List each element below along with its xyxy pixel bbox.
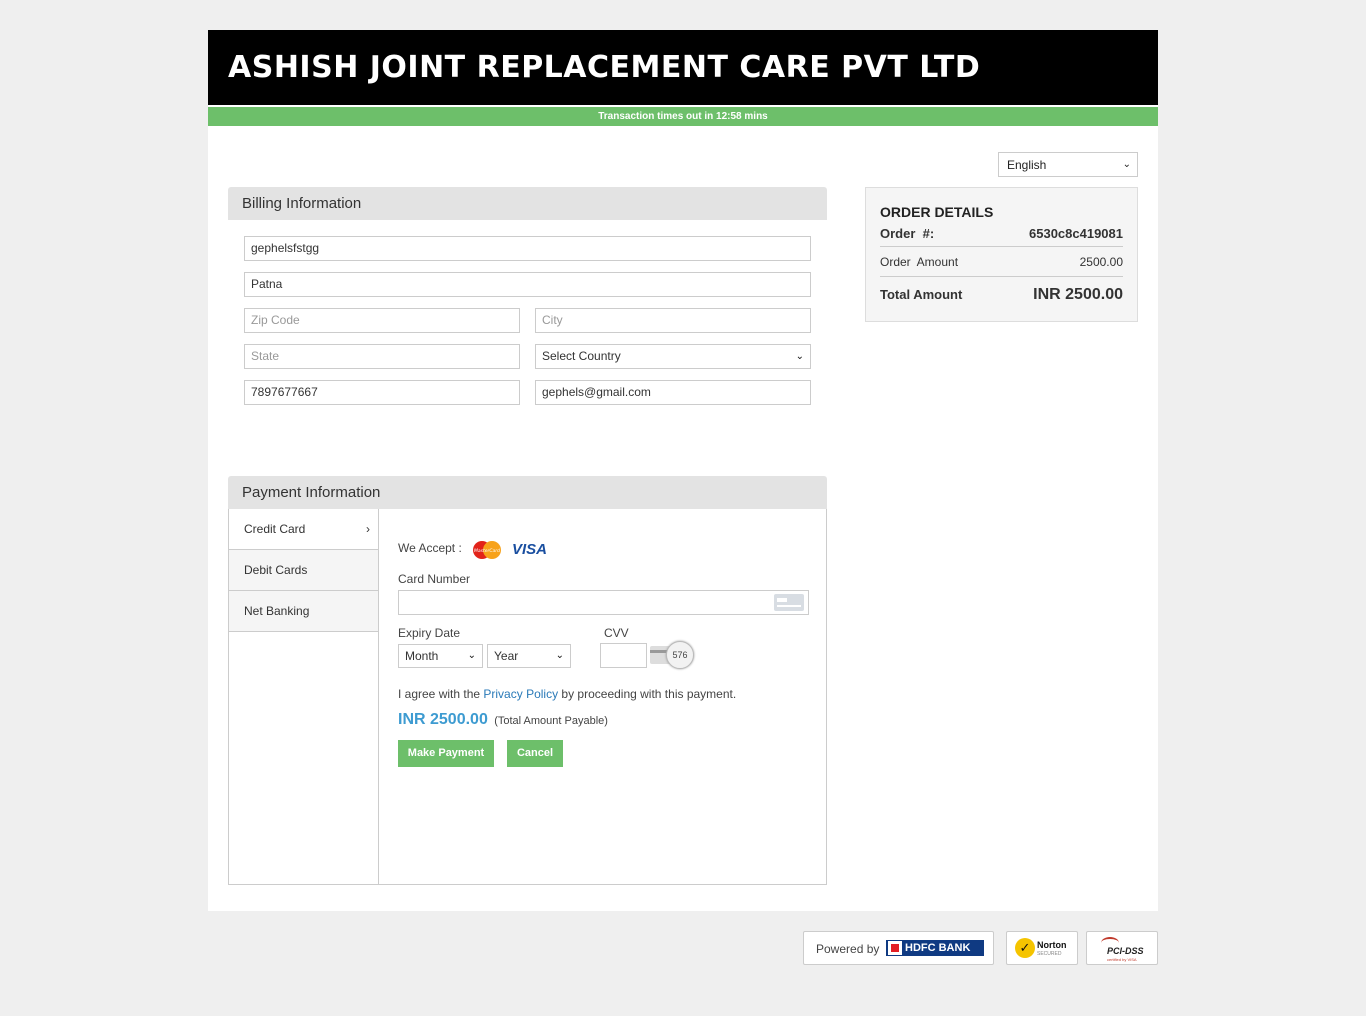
norton-check-icon: ✓ [1015, 938, 1035, 958]
expiry-month-select[interactable]: Month ⌄ [398, 644, 483, 668]
chevron-down-icon: ⌄ [1122, 159, 1131, 170]
total-amount: INR 2500.00 [1033, 285, 1123, 303]
state-field[interactable]: State [244, 344, 520, 369]
expiry-year-select[interactable]: Year ⌄ [487, 644, 571, 668]
payment-page: ASHISH JOINT REPLACEMENT CARE PVT LTD Tr… [208, 30, 1158, 911]
agreement-text: I agree with the Privacy Policy by proce… [398, 687, 737, 701]
pci-dss-badge: PCI-DSS certified by VISA [1086, 931, 1158, 965]
address-field[interactable]: Patna [244, 272, 811, 297]
order-amount: 2500.00 [1079, 254, 1123, 269]
cancel-button[interactable]: Cancel [507, 740, 563, 767]
card-icon [774, 594, 804, 611]
mastercard-icon: MasterCard [471, 540, 503, 560]
order-details-title: ORDER DETAILS [880, 204, 994, 220]
chevron-down-icon: ⌄ [795, 351, 804, 362]
cvv-hint-value: 576 [666, 641, 694, 669]
merchant-header: ASHISH JOINT REPLACEMENT CARE PVT LTD [208, 30, 1158, 105]
total-amount-row: Total Amount INR 2500.00 [880, 285, 1123, 303]
expiry-date-label: Expiry Date [398, 626, 461, 640]
language-select[interactable]: English ⌄ [998, 152, 1138, 177]
privacy-policy-link[interactable]: Privacy Policy [483, 687, 558, 701]
card-number-input[interactable] [398, 590, 809, 615]
norton-secured-badge: ✓ Norton SECURED [1006, 931, 1078, 965]
payment-section-header: Payment Information [228, 476, 827, 509]
visa-icon: VISA [512, 541, 548, 558]
hdfc-icon [888, 941, 902, 955]
order-number: 6530c8c419081 [1029, 225, 1123, 241]
we-accept-label: We Accept : [398, 541, 462, 555]
transaction-timer: Transaction times out in 12:58 mins [208, 107, 1158, 126]
powered-by-badge: Powered by HDFC BANK [803, 931, 994, 965]
zip-code-field[interactable]: Zip Code [244, 308, 520, 333]
hdfc-bank-logo: HDFC BANK [886, 940, 984, 956]
country-select[interactable]: Select Country ⌄ [535, 344, 811, 369]
cvv-label: CVV [604, 626, 629, 640]
payment-method-tabs: Credit Card › Debit Cards Net Banking [229, 509, 379, 884]
name-field[interactable]: gephelsfstgg [244, 236, 811, 261]
make-payment-button[interactable]: Make Payment [398, 740, 494, 767]
email-field[interactable]: gephels@gmail.com [535, 380, 811, 405]
tab-credit-card[interactable]: Credit Card › [229, 509, 378, 550]
city-field[interactable]: City [535, 308, 811, 333]
mastercard-text: MasterCard [474, 548, 500, 554]
order-amount-row: Order Amount 2500.00 [880, 247, 1123, 277]
billing-section-header: Billing Information [228, 187, 827, 220]
cvv-hint-icon: 576 [650, 641, 700, 669]
tab-net-banking[interactable]: Net Banking [229, 591, 378, 632]
chevron-down-icon: ⌄ [555, 650, 564, 661]
payment-panel: Credit Card › Debit Cards Net Banking We… [228, 509, 827, 885]
payable-amount: INR 2500.00 (Total Amount Payable) [398, 711, 608, 728]
tab-debit-cards[interactable]: Debit Cards [229, 550, 378, 591]
order-details-panel: ORDER DETAILS Order #: 6530c8c419081 Ord… [865, 187, 1138, 322]
chevron-down-icon: ⌄ [467, 650, 476, 661]
credit-card-form: We Accept : MasterCard VISA Card Number … [379, 509, 826, 884]
order-number-row: Order #: 6530c8c419081 [880, 220, 1123, 247]
merchant-name: ASHISH JOINT REPLACEMENT CARE PVT LTD [228, 50, 981, 85]
chevron-right-icon: › [366, 522, 370, 536]
phone-field[interactable]: 7897677667 [244, 380, 520, 405]
cvv-input[interactable] [600, 643, 647, 668]
timer-value: 12:58 [716, 111, 742, 122]
card-number-label: Card Number [398, 572, 471, 586]
